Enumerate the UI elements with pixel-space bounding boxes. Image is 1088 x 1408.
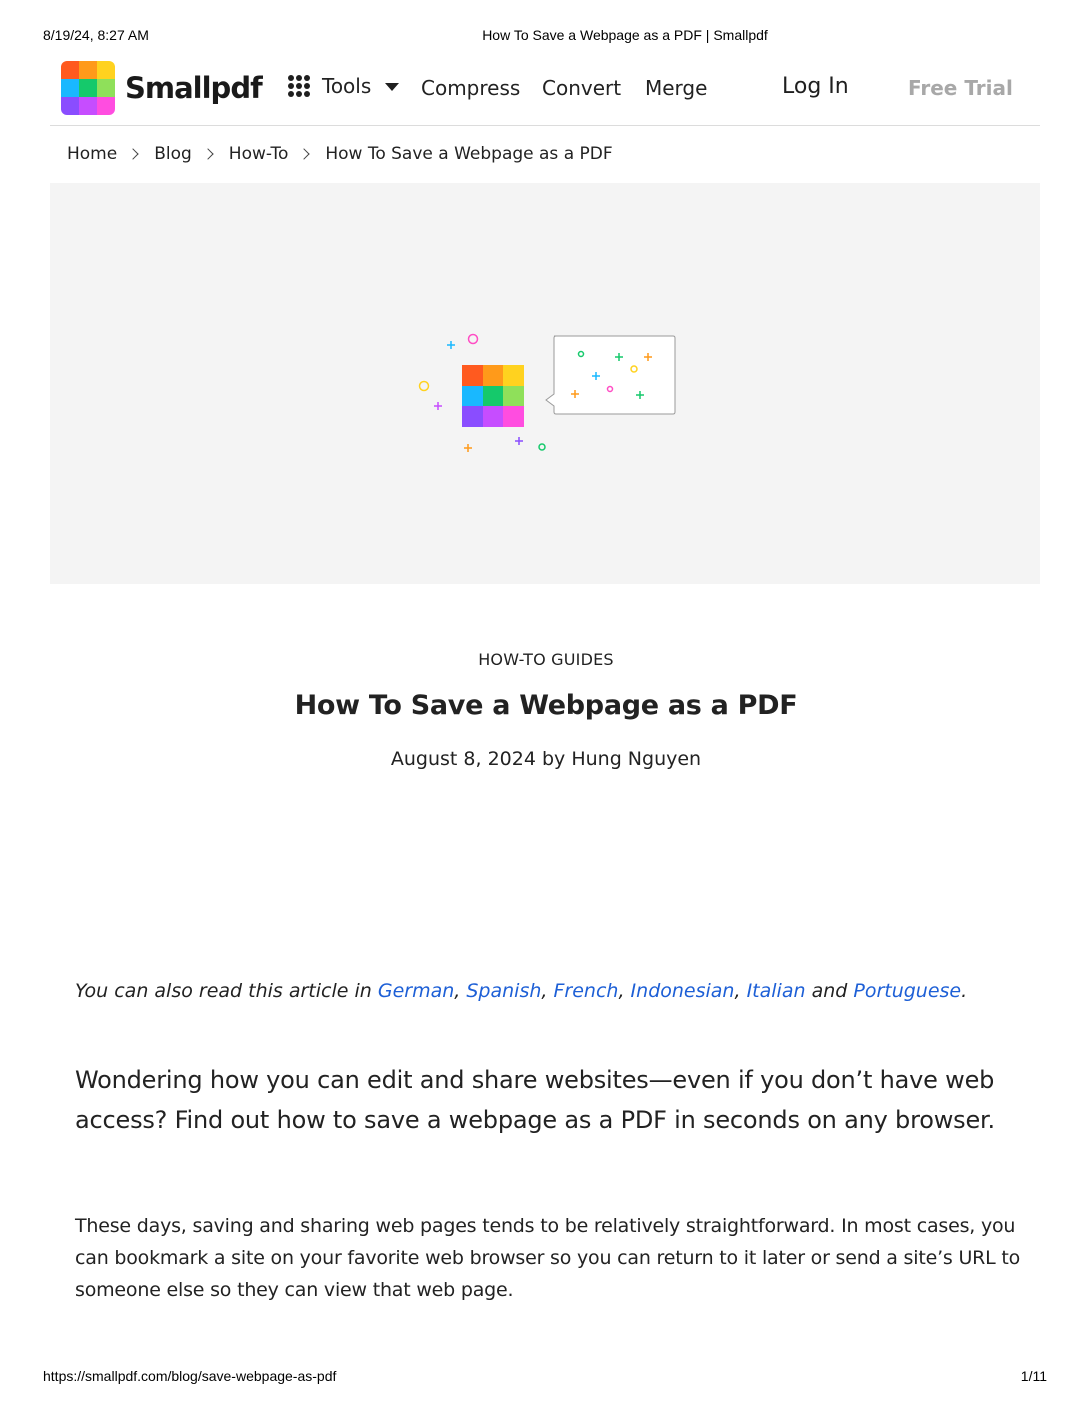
logo-tile xyxy=(61,97,79,115)
apps-grid-icon xyxy=(288,75,310,97)
breadcrumb-how-to[interactable]: How-To xyxy=(229,144,289,164)
translations-and: and xyxy=(805,980,854,1002)
lang-link-german[interactable]: German xyxy=(378,980,454,1002)
breadcrumb: Home Blog How-To How To Save a Webpage a… xyxy=(67,144,613,164)
logo-tile xyxy=(61,61,79,79)
lang-link-spanish[interactable]: Spanish xyxy=(466,980,541,1002)
logo-tile xyxy=(97,97,115,115)
breadcrumb-home[interactable]: Home xyxy=(67,144,117,164)
nav-link-merge[interactable]: Merge xyxy=(645,76,707,100)
logo-tile xyxy=(61,79,79,97)
chevron-right-icon xyxy=(202,148,214,160)
nav-link-convert[interactable]: Convert xyxy=(542,76,621,100)
translations-intro: You can also read this article in xyxy=(75,980,378,1002)
article-byline: August 8, 2024 by Hung Nguyen xyxy=(390,748,702,770)
logo-tile xyxy=(79,97,97,115)
lang-link-french[interactable]: French xyxy=(553,980,618,1002)
chevron-right-icon xyxy=(127,148,139,160)
logo-tile xyxy=(79,79,97,97)
hero-illustration xyxy=(418,333,676,452)
breadcrumb-blog[interactable]: Blog xyxy=(154,144,192,164)
hero-logo-icon xyxy=(462,365,524,427)
print-footer: https://smallpdf.com/blog/save-webpage-a… xyxy=(0,1368,1088,1386)
smallpdf-logo-icon xyxy=(61,61,115,115)
lang-link-indonesian[interactable]: Indonesian xyxy=(631,980,735,1002)
logo-tile xyxy=(79,61,97,79)
article-paragraph: These days, saving and sharing web pages… xyxy=(75,1215,1021,1301)
article-lead: Wondering how you can edit and share web… xyxy=(75,1066,995,1134)
print-url: https://smallpdf.com/blog/save-webpage-a… xyxy=(43,1368,337,1384)
logo-tile xyxy=(97,61,115,79)
print-doc-title: How To Save a Webpage as a PDF | Smallpd… xyxy=(482,27,768,43)
breadcrumb-current: How To Save a Webpage as a PDF xyxy=(325,144,613,164)
caret-down-icon xyxy=(385,83,400,91)
nav-link-compress[interactable]: Compress xyxy=(421,76,520,100)
article-title: How To Save a Webpage as a PDF xyxy=(294,690,798,721)
speech-bubble-icon xyxy=(545,335,676,415)
login-button[interactable]: Log In xyxy=(782,74,849,99)
hero-image xyxy=(50,183,1040,584)
chevron-right-icon xyxy=(298,148,311,160)
lang-link-italian[interactable]: Italian xyxy=(747,980,806,1002)
brand-logo[interactable]: Smallpdf xyxy=(61,61,263,115)
print-header: 8/19/24, 8:27 AM How To Save a Webpage a… xyxy=(0,27,1088,45)
lang-link-portuguese[interactable]: Portuguese xyxy=(853,980,961,1002)
free-trial-button[interactable]: Free Trial xyxy=(908,76,1013,100)
brand-name: Smallpdf xyxy=(125,71,263,105)
translations-end: . xyxy=(961,980,968,1002)
logo-tile xyxy=(97,79,115,97)
translations-notice: You can also read this article in German… xyxy=(75,980,968,1002)
tools-menu-button[interactable]: Tools xyxy=(288,74,400,98)
article-category[interactable]: HOW-TO GUIDES xyxy=(0,650,1088,669)
tools-label: Tools xyxy=(322,74,372,98)
top-navbar: Smallpdf Tools Compress Convert Merge Lo… xyxy=(50,56,1040,126)
print-page-number: 1/11 xyxy=(1020,1368,1047,1384)
